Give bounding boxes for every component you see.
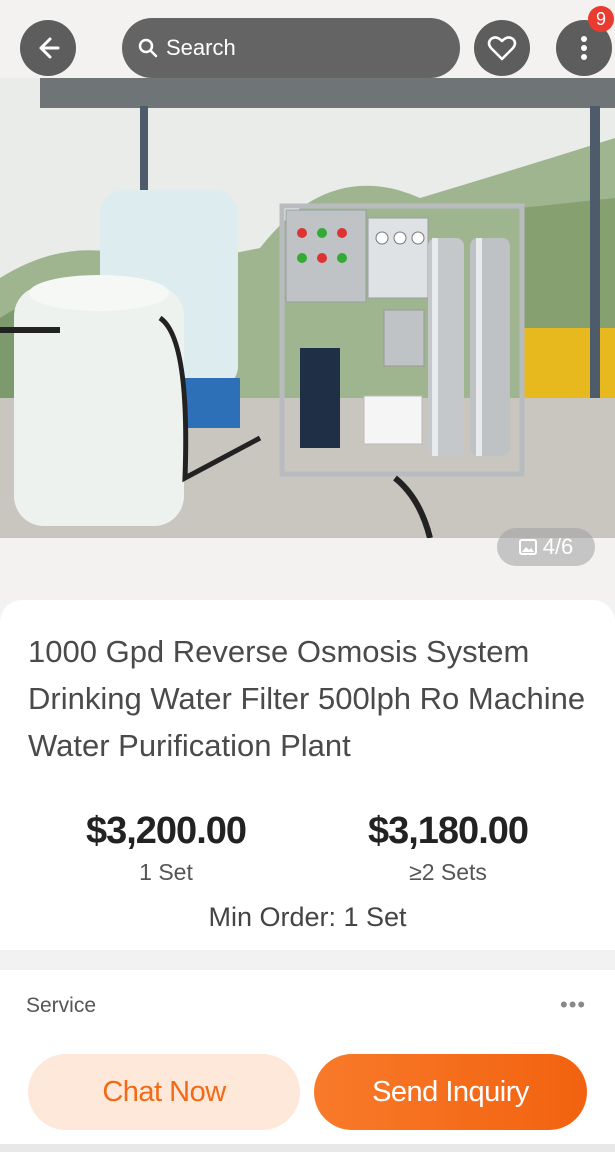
price-quantity: ≥2 Sets [409,859,487,885]
action-panel: Service ••• Chat Now Send Inquiry [0,970,615,1152]
service-more-button[interactable]: ••• [560,992,586,1018]
image-icon [518,539,537,555]
min-order: Min Order: 1 Set [208,902,407,932]
notification-badge: 9 [588,6,614,32]
search-placeholder: Search [166,35,236,60]
chat-now-button[interactable]: Chat Now [28,1054,300,1130]
price-value: $3,200.00 [85,810,247,852]
heart-icon [487,36,517,61]
price-quantity: 1 Set [139,859,193,885]
favorite-button[interactable] [474,20,530,76]
product-photo[interactable] [0,78,615,538]
more-vertical-icon [581,36,587,60]
search-icon [138,38,158,58]
arrow-left-icon [39,37,60,59]
product-gallery[interactable]: 4/6 [0,0,615,600]
image-counter: 4/6 [497,528,595,566]
price-tier: $3,200.00 1 Set [36,810,296,886]
bottom-divider [0,1144,615,1152]
price-tier: $3,180.00 ≥2 Sets [318,810,578,886]
image-counter-text: 4/6 [542,534,574,559]
product-info-card: 1000 Gpd Reverse Osmosis System Drinking… [0,600,615,950]
send-inquiry-button[interactable]: Send Inquiry [314,1054,587,1130]
price-value: $3,180.00 [367,810,529,852]
back-button[interactable] [20,20,76,76]
product-title: 1000 Gpd Reverse Osmosis System Drinking… [28,634,586,763]
service-label[interactable]: Service [26,994,96,1018]
search-bar[interactable]: Search [122,18,460,78]
